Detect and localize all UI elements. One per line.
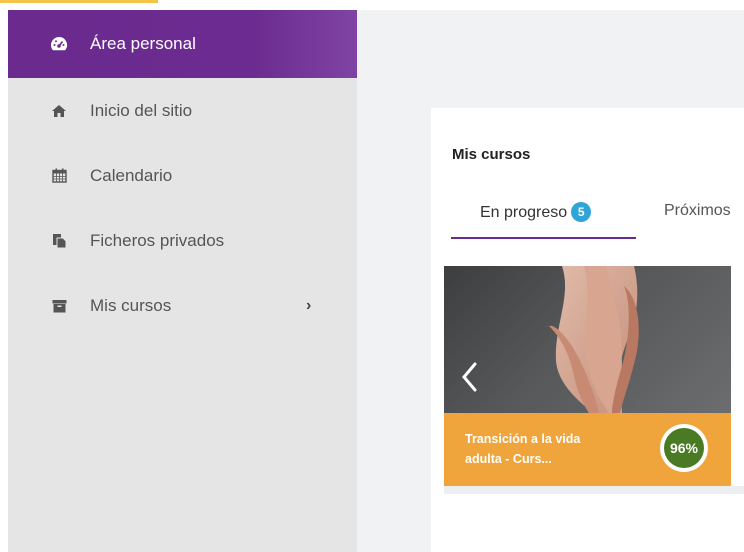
block-title: Mis cursos (452, 146, 531, 163)
sidebar-item-ficheros[interactable]: Ficheros privados (8, 208, 357, 273)
sidebar-item-label: Ficheros privados (90, 230, 225, 250)
tab-in-progress[interactable]: En progreso 5 (480, 202, 592, 222)
course-footer: Transición a la vida adulta - Curs... 96… (444, 413, 731, 486)
sidebar-item-mis-cursos[interactable]: Mis cursos › (8, 273, 357, 338)
sidebar-item-label: Mis cursos (90, 295, 172, 315)
sidebar-item-label: Área personal (90, 34, 196, 53)
progress-indicator: 96% (660, 424, 708, 472)
card-divider (444, 486, 744, 494)
calendar-icon (50, 167, 68, 185)
sidebar-item-label: Inicio del sitio (90, 100, 193, 120)
archive-icon (50, 297, 68, 315)
carousel-prev-button[interactable] (458, 360, 482, 394)
sidebar-item-calendario[interactable]: Calendario (8, 143, 357, 208)
home-icon (50, 102, 68, 120)
chevron-right-icon[interactable]: › (306, 297, 311, 315)
tab-label: En progreso (480, 204, 568, 221)
course-card[interactable]: Transición a la vida adulta - Curs... 96… (444, 266, 731, 486)
progress-value: 96% (664, 428, 704, 468)
tab-upcoming[interactable]: Próximos (664, 202, 731, 220)
sidebar-item-label: Calendario (90, 165, 173, 185)
course-name[interactable]: Transición a la vida adulta - Curs... (465, 429, 615, 469)
course-image (444, 266, 731, 413)
sidebar-item-area-personal[interactable]: Área personal (8, 10, 357, 78)
dashboard-icon (50, 35, 68, 53)
files-icon (50, 232, 68, 250)
top-accent-bar (0, 0, 158, 3)
sidebar: Área personal Inicio del sitio Calendari… (8, 10, 357, 552)
active-tab-indicator (451, 237, 636, 239)
sidebar-item-inicio[interactable]: Inicio del sitio (8, 78, 357, 143)
count-badge: 5 (571, 202, 592, 222)
tab-label: Próximos (664, 202, 731, 219)
